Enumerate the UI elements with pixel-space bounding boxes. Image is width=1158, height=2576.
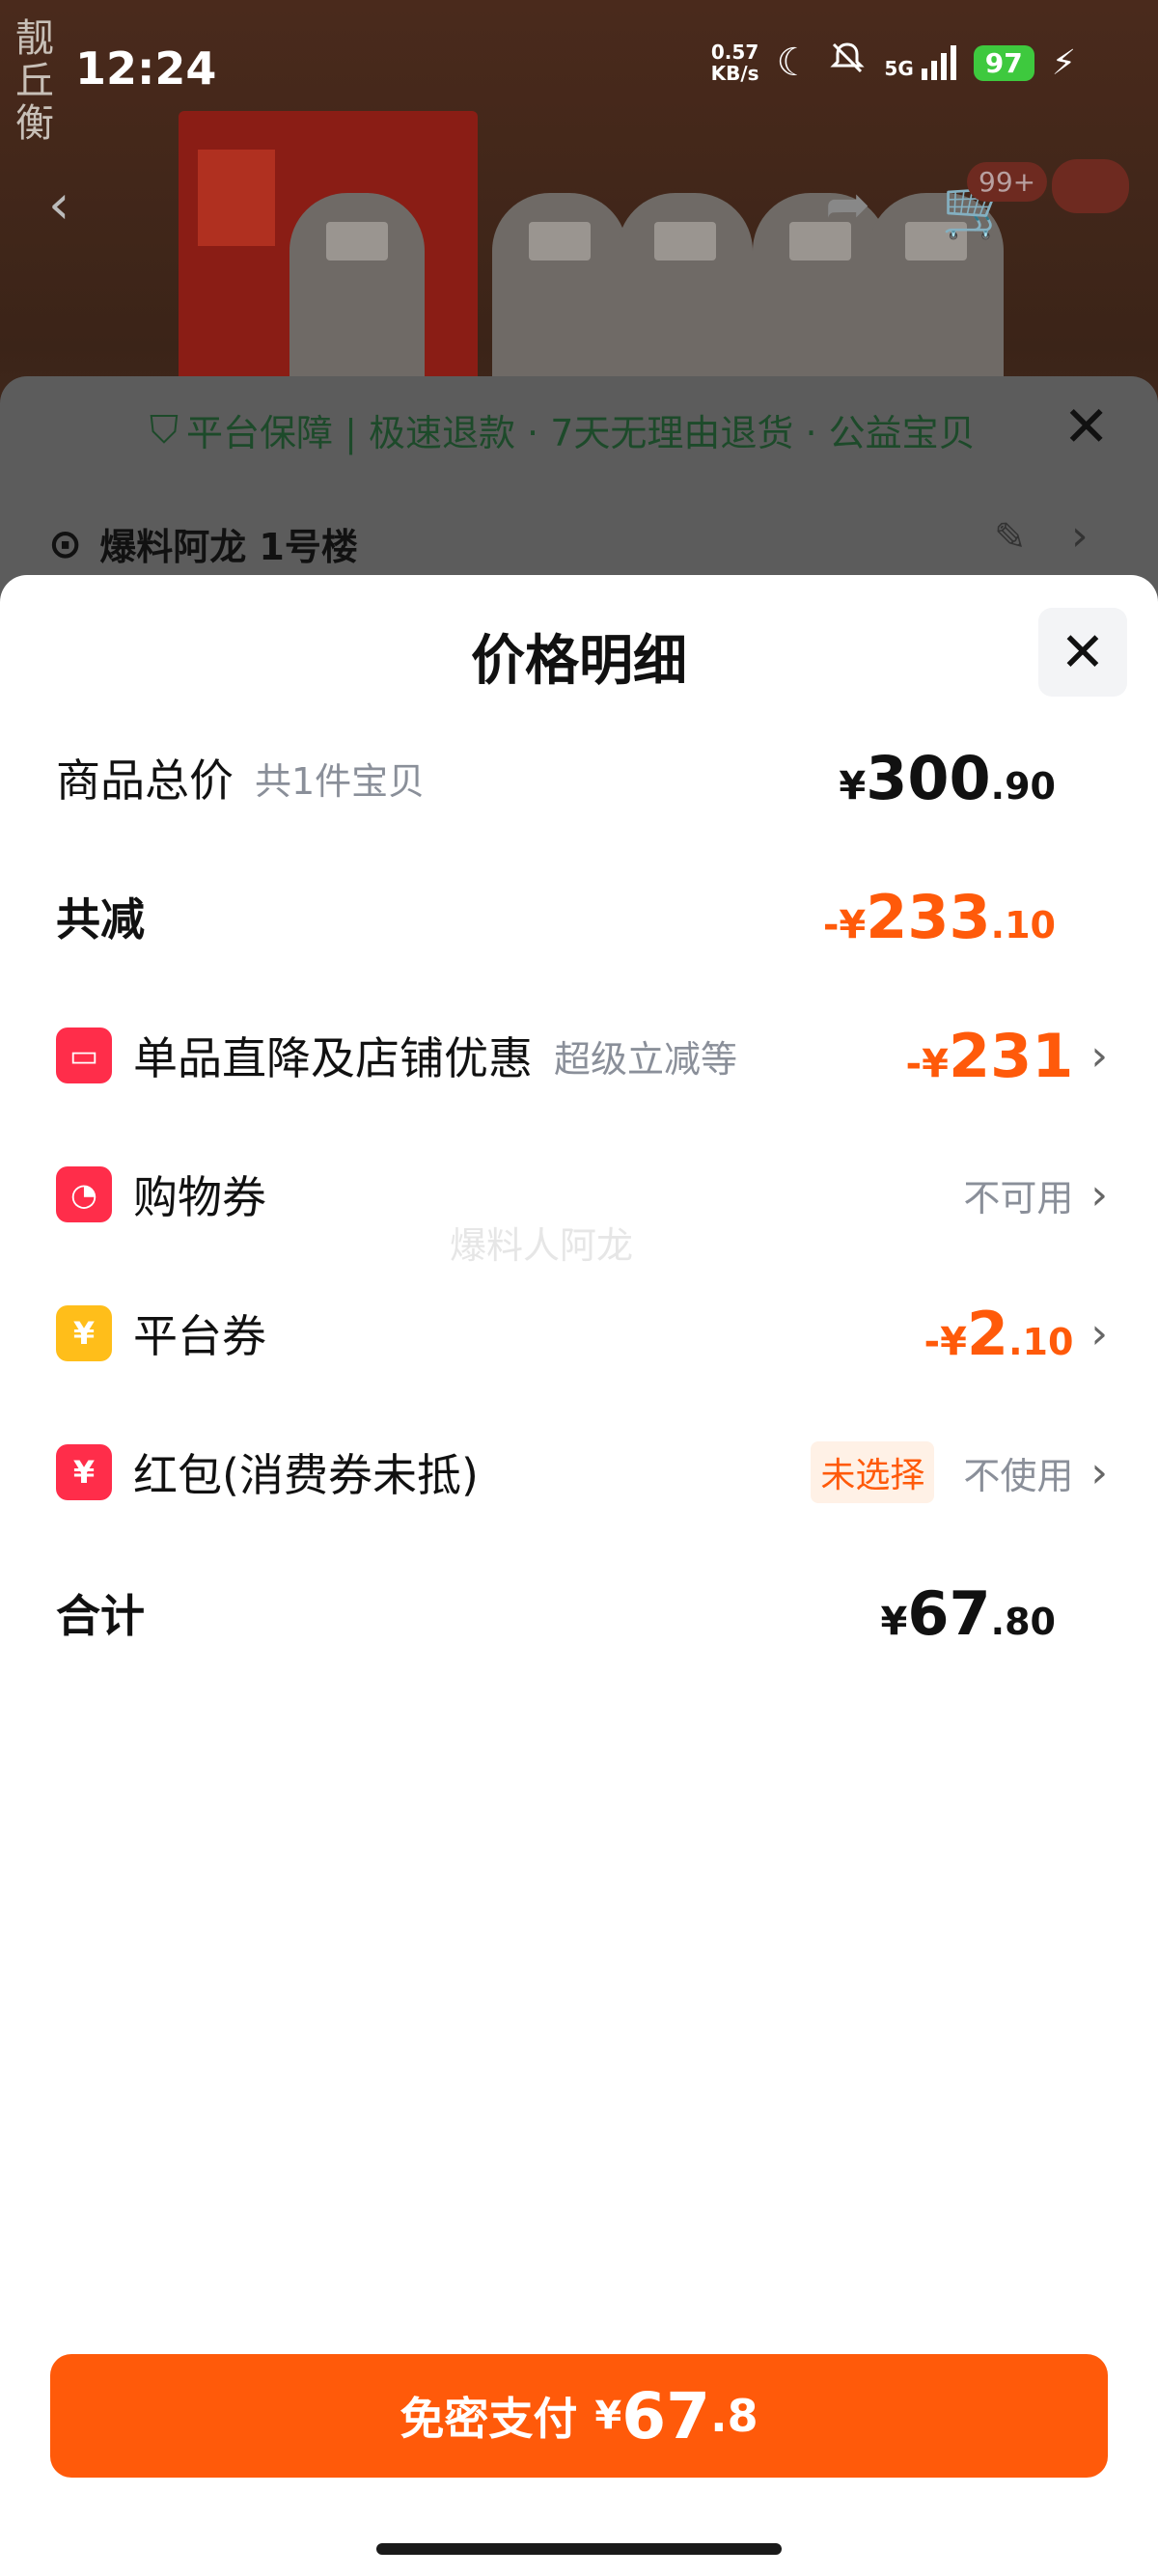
price-detail-sheet: 价格明细 ✕ 商品总价 共1件宝贝 ¥ 300 .90 共减 -¥ 233 .1… xyxy=(0,575,1158,2576)
red-packet-icon: ¥ xyxy=(56,1444,112,1500)
chevron-right-icon: › xyxy=(1090,1447,1108,1497)
row-goods-total: 商品总价 共1件宝贝 ¥ 300 .90 xyxy=(56,742,1056,813)
product-bottle xyxy=(618,193,753,405)
status-bar: 12:24 0.57 KB/s ☾ 5G 97 ⚡ xyxy=(0,0,1158,135)
chevron-right-icon[interactable]: › xyxy=(1071,511,1089,561)
sheet-title: 价格明细 xyxy=(471,630,687,693)
platform-guarantee: ⛉ 平台保障 | 极速退款 · 7天无理由退货 · 公益宝贝 xyxy=(150,407,976,455)
chevron-right-icon: › xyxy=(1090,1308,1108,1358)
moon-icon: ☾ xyxy=(776,41,812,85)
home-indicator[interactable] xyxy=(376,2543,782,2555)
close-icon: ✕ xyxy=(1060,620,1106,684)
not-selected-badge: 未选择 xyxy=(811,1441,935,1503)
row-sum: 合计 ¥ 67 .80 xyxy=(56,1577,1056,1649)
battery-indicator: 97 xyxy=(973,44,1034,81)
signal-icon: 5G xyxy=(884,45,956,80)
product-bottle xyxy=(492,193,627,405)
network-speed: 0.57 KB/s xyxy=(710,41,759,85)
store-discount-amount: -¥ 231 xyxy=(905,1020,1074,1091)
message-icon[interactable] xyxy=(1052,159,1129,213)
yen-ticket-icon: ¥ xyxy=(56,1305,112,1361)
close-button[interactable]: ✕ xyxy=(1038,608,1127,697)
delivery-address[interactable]: ⊙ 爆料阿龙 1号楼 xyxy=(48,517,358,570)
red-packet-status: 不使用 xyxy=(963,1454,1074,1497)
chevron-right-icon: › xyxy=(1090,1030,1108,1081)
row-platform-coupon[interactable]: ¥ 平台券 -¥ 2 .10 › xyxy=(56,1295,1108,1372)
coupon-icon: ◔ xyxy=(56,1166,112,1222)
edit-icon[interactable]: ✎ xyxy=(994,515,1027,560)
close-icon[interactable]: ✕ xyxy=(1062,394,1110,459)
shield-icon: ⛉ xyxy=(150,407,179,452)
share-icon[interactable]: ➦ xyxy=(825,174,870,236)
shopping-coupon-status: 不可用 xyxy=(963,1176,1074,1219)
location-pin-icon: ⊙ xyxy=(48,520,83,567)
product-bottle xyxy=(290,193,425,405)
back-icon[interactable]: ‹ xyxy=(48,174,69,236)
platform-coupon-amount: -¥ 2 .10 xyxy=(924,1298,1074,1369)
row-red-packet[interactable]: ¥ 红包(消费券未抵) 未选择 不使用 › xyxy=(56,1434,1108,1511)
row-total-reduction: 共减 -¥ 233 .10 xyxy=(56,881,1056,952)
charging-icon: ⚡ xyxy=(1051,42,1076,83)
password-free-pay-button[interactable]: 免密支付 ¥ 67 .8 xyxy=(50,2354,1108,2478)
row-store-discount[interactable]: ▭ 单品直降及店铺优惠 超级立减等 -¥ 231 › xyxy=(56,1017,1108,1094)
clock: 12:24 xyxy=(75,42,217,95)
cart-badge: 99+ xyxy=(967,162,1048,202)
store-icon: ▭ xyxy=(56,1028,112,1083)
watermark-text: 爆料人阿龙 xyxy=(450,1224,634,1267)
chevron-right-icon: › xyxy=(1090,1169,1108,1219)
total-reduction-amount: -¥ 233 .10 xyxy=(822,881,1056,952)
mute-bell-icon xyxy=(828,39,867,87)
sum-amount: ¥ 67 .80 xyxy=(880,1577,1056,1649)
goods-total-amount: ¥ 300 .90 xyxy=(839,742,1056,813)
